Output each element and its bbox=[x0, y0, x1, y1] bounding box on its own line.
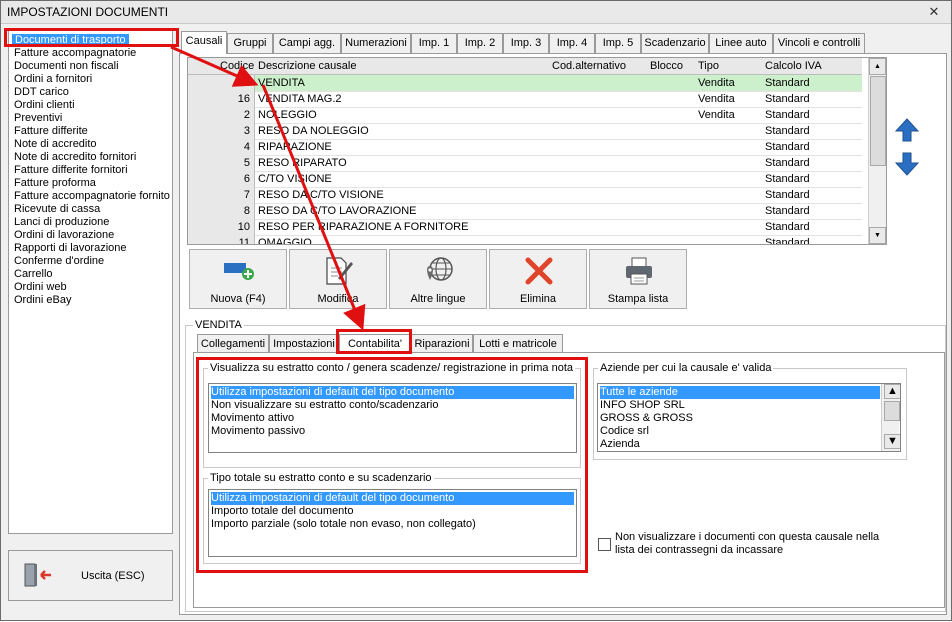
aziende-scroll-down[interactable]: ▼ bbox=[884, 434, 900, 449]
aziende-scroll-thumb[interactable] bbox=[884, 401, 900, 421]
aziende-scrollbar[interactable]: ▲ ▼ bbox=[881, 384, 900, 451]
annotation-arrows bbox=[170, 45, 366, 331]
main-window: IMPOSTAZIONI DOCUMENTI ✕ Documenti di tr… bbox=[0, 0, 952, 621]
annotation-arrow-1 bbox=[170, 45, 259, 87]
annotation-arrow-2 bbox=[261, 84, 366, 331]
aziende-scroll-up[interactable]: ▲ bbox=[884, 384, 900, 399]
